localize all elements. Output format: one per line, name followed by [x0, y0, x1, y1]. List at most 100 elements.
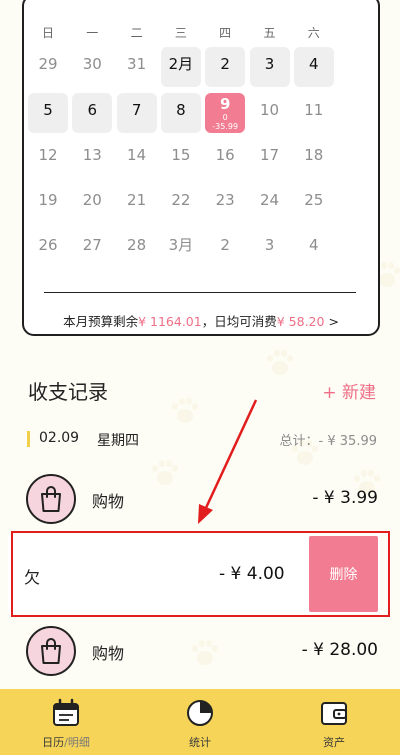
record-label: 购物 — [92, 492, 125, 511]
day-expense: -35.99 — [212, 122, 239, 131]
calendar-day[interactable]: 31 — [117, 47, 157, 87]
day-total: 总计：- ¥ 35.99 — [279, 434, 377, 449]
record-amount: - ¥ 28.00 — [301, 640, 378, 660]
list-item[interactable]: 购物 - ¥ 28.00 — [26, 626, 378, 676]
calendar-day[interactable]: 3 — [249, 47, 290, 87]
tab-stats-label: 统计 — [189, 736, 211, 749]
calendar-day-number: 30 — [82, 55, 102, 73]
calendar-day[interactable]: 8 — [160, 93, 201, 133]
calendar-day-number: 29 — [38, 55, 58, 73]
calendar-day-number: 10 — [259, 101, 280, 119]
calendar-day[interactable]: 2 — [205, 47, 246, 87]
calendar-day-number: 27 — [82, 236, 102, 254]
calendar-day-today[interactable]: 9 0 -35.99 — [205, 93, 246, 133]
calendar-day[interactable]: 4 — [293, 47, 334, 87]
calendar-day-number: 7 — [131, 101, 142, 119]
calendar-day-number: 9 — [219, 95, 231, 113]
calendar-day-number: 17 — [259, 146, 280, 164]
calendar-day[interactable]: 23 — [205, 183, 245, 223]
calendar-day-number: 26 — [38, 236, 58, 254]
day-date: 02.09 — [39, 430, 80, 446]
calendar-day[interactable]: 3月 — [161, 228, 201, 268]
calendar-day[interactable]: 5 — [28, 93, 68, 133]
weekday-label: 五 — [263, 26, 276, 40]
weekday-label: 三 — [174, 26, 187, 40]
calendar-day[interactable]: 12 — [28, 138, 68, 178]
calendar-day[interactable]: 11 — [294, 93, 334, 133]
list-item[interactable]: 购物 - ¥ 3.99 — [26, 474, 378, 524]
calendar-day-number: 2月 — [168, 55, 194, 73]
day-marker — [27, 431, 30, 447]
calendar-day-number: 28 — [127, 236, 147, 254]
wallet-icon — [319, 698, 349, 728]
calendar-day[interactable]: 4 — [294, 228, 334, 268]
calendar-day-number: 6 — [87, 101, 98, 119]
calendar-day[interactable]: 10 — [250, 93, 290, 133]
bottom-tab-bar: 日历/明细 统计 资产 — [0, 689, 400, 755]
calendar-day[interactable]: 22 — [161, 183, 201, 223]
tab-assets[interactable]: 资产 — [286, 689, 382, 755]
chevron-right-icon: > — [328, 314, 339, 329]
weekday-label: 六 — [307, 26, 320, 40]
calendar-day-number: 18 — [304, 146, 324, 164]
budget-summary[interactable]: 本月预算剩余¥ 1164.01，日均可消费¥ 58.20 > — [20, 311, 382, 330]
calendar-day[interactable]: 15 — [161, 138, 201, 178]
calendar-day[interactable]: 2 — [205, 228, 245, 268]
budget-label: 本月预算剩余 — [63, 314, 139, 329]
calendar-day[interactable]: 28 — [117, 228, 157, 268]
calendar-day[interactable]: 26 — [28, 228, 68, 268]
calendar-day-number: 25 — [304, 191, 324, 209]
pie-chart-icon — [185, 698, 215, 728]
tab-assets-label: 资产 — [323, 736, 345, 749]
calendar-day-number: 5 — [43, 101, 53, 119]
calendar-day-number: 3 — [264, 236, 275, 254]
calendar-day[interactable]: 6 — [72, 93, 113, 133]
calendar-day-number: 2 — [220, 236, 230, 254]
calendar-day[interactable]: 25 — [294, 183, 334, 223]
calendar-day-number: 3 — [264, 55, 275, 73]
calendar-day[interactable]: 24 — [250, 183, 290, 223]
calendar-day-number: 13 — [82, 146, 102, 164]
weekday-label: 二 — [130, 26, 143, 40]
calendar-day[interactable]: 21 — [117, 183, 157, 223]
weekday-label: 一 — [86, 26, 99, 40]
tab-stats[interactable]: 统计 — [152, 689, 248, 755]
tab-detail-text: 明细 — [67, 736, 90, 749]
calendar-day-number: 21 — [127, 191, 147, 209]
calendar-day-number: 31 — [127, 55, 147, 73]
calendar-day[interactable]: 17 — [250, 138, 290, 178]
calendar-day-number: 4 — [309, 236, 319, 254]
calendar-day[interactable]: 3 — [250, 228, 290, 268]
calendar-day-number: 11 — [304, 101, 324, 119]
shopping-bag-icon — [26, 474, 76, 524]
highlight-box — [11, 531, 390, 617]
weekday-label: 日 — [41, 26, 54, 40]
calendar-day[interactable]: 14 — [117, 138, 157, 178]
daily-label: ，日均可消费 — [201, 314, 277, 329]
day-income: 0 — [222, 113, 228, 122]
calendar-day-number: 3月 — [168, 236, 194, 254]
calendar-day-number: 4 — [309, 55, 319, 73]
shopping-bag-icon — [26, 626, 76, 676]
daily-value: ¥ 58.20 — [276, 314, 325, 329]
calendar-day[interactable]: 30 — [72, 47, 112, 87]
calendar-day-number: 2 — [220, 55, 230, 73]
calendar-day[interactable]: 29 — [28, 47, 68, 87]
budget-value: ¥ 1164.01 — [138, 314, 202, 329]
calendar-divider — [44, 292, 356, 293]
tab-calendar[interactable]: 日历/明细 — [18, 689, 114, 755]
calendar-day[interactable]: 2月 — [160, 47, 201, 87]
new-record-button[interactable]: + 新建 — [322, 378, 376, 403]
calendar-day[interactable]: 16 — [205, 138, 245, 178]
calendar-day[interactable]: 20 — [72, 183, 112, 223]
calendar-day[interactable]: 19 — [28, 183, 68, 223]
calendar-day[interactable]: 13 — [72, 138, 112, 178]
calendar-day-number: 16 — [215, 146, 235, 164]
records-title: 收支记录 — [28, 380, 108, 404]
record-label: 购物 — [92, 644, 125, 663]
calendar-day[interactable]: 18 — [294, 138, 334, 178]
calendar-day-number: 20 — [82, 191, 102, 209]
calendar-day[interactable]: 27 — [72, 228, 112, 268]
calendar-day[interactable]: 7 — [116, 93, 157, 133]
calendar-day-number: 15 — [171, 146, 191, 164]
